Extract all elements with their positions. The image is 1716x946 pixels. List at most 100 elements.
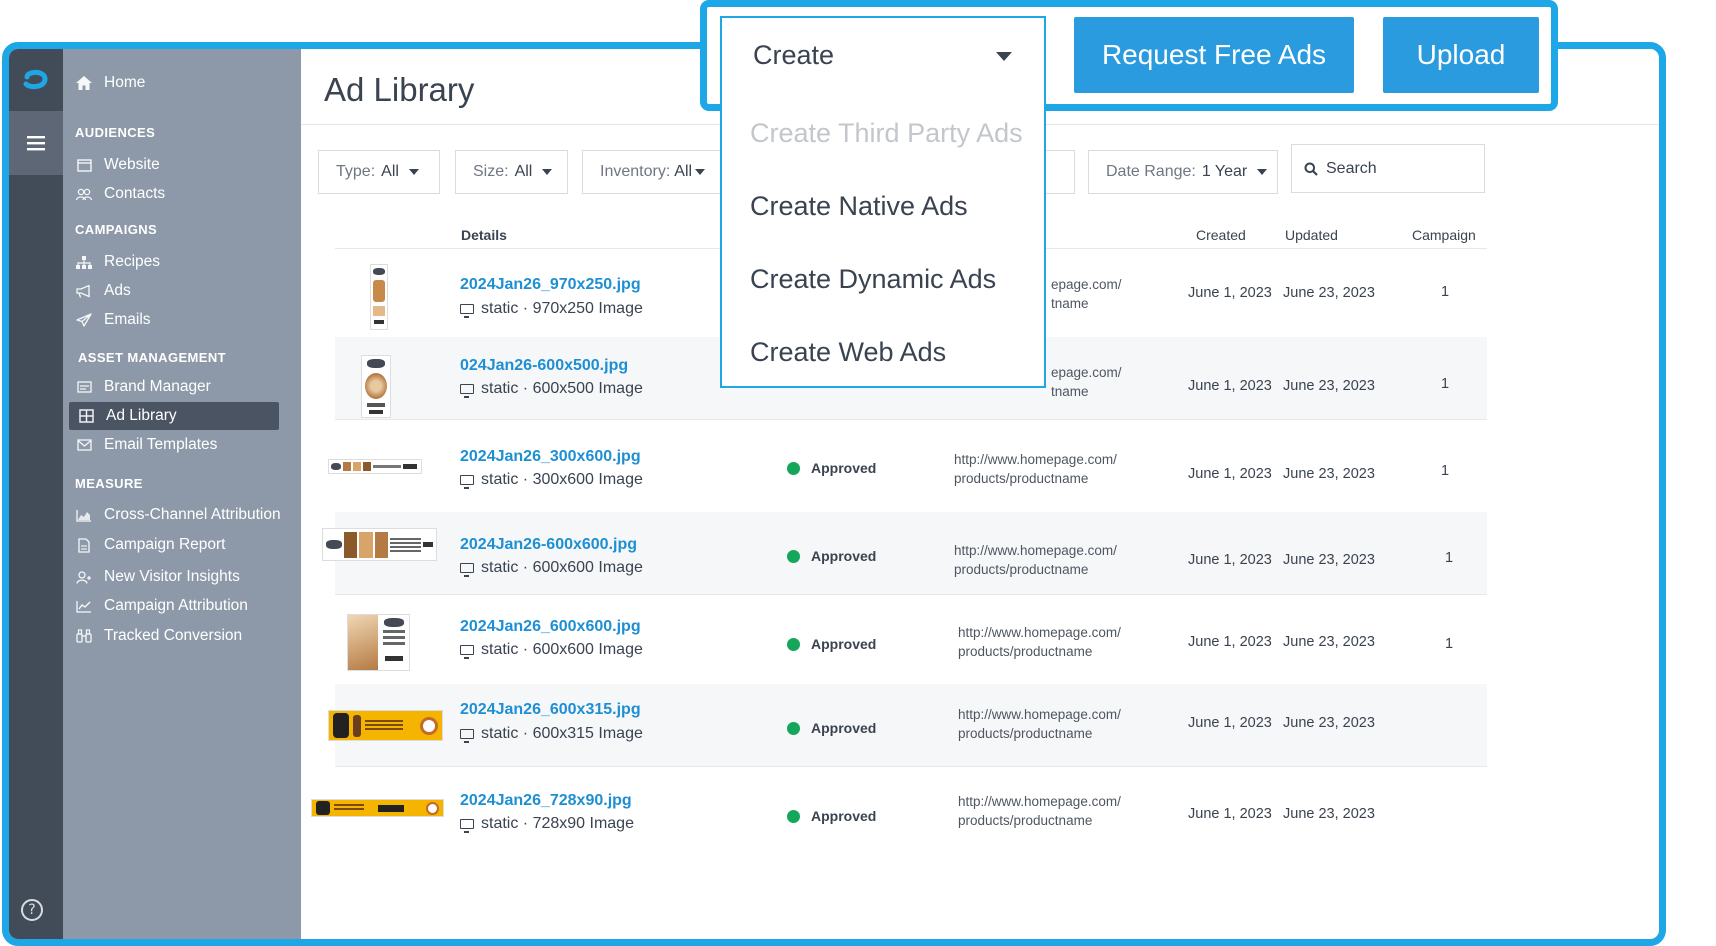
column-header-updated[interactable]: Updated bbox=[1285, 227, 1338, 243]
ad-file-name-link[interactable]: 2024Jan26_300x600.jpg bbox=[460, 448, 641, 466]
sidebar-item-cross-channel-attribution[interactable]: Cross-Channel Attribution bbox=[75, 501, 281, 529]
ad-file-meta: static · 600x600 Image bbox=[460, 641, 643, 659]
grid-icon bbox=[77, 408, 95, 424]
sidebar-item-ad-library[interactable]: Ad Library bbox=[69, 402, 279, 430]
create-dropdown[interactable]: Create Create Third Party Ads Create Nat… bbox=[720, 16, 1046, 388]
sidebar-item-tracked-conversion[interactable]: Tracked Conversion bbox=[75, 622, 242, 650]
meta-text: static · 600x500 Image bbox=[481, 380, 643, 397]
sidebar-item-brand-manager[interactable]: Brand Manager bbox=[75, 373, 211, 401]
hamburger-menu-icon[interactable] bbox=[9, 111, 63, 175]
meta-text: static · 728x90 Image bbox=[481, 815, 634, 832]
created-date: June 1, 2023 bbox=[1188, 552, 1272, 568]
sidebar-item-website[interactable]: Website bbox=[75, 151, 160, 179]
sidebar-item-label: Ads bbox=[104, 282, 131, 299]
type-filter[interactable]: Type: All bbox=[318, 150, 440, 194]
area-chart-icon bbox=[75, 507, 93, 523]
sidebar-item-label: Brand Manager bbox=[104, 378, 211, 395]
sidebar-item-recipes[interactable]: Recipes bbox=[75, 248, 160, 276]
url-line: epage.com/ bbox=[1051, 277, 1122, 292]
status-text: Approved bbox=[811, 460, 877, 476]
caret-down-icon bbox=[1257, 169, 1268, 175]
sidebar-item-ads[interactable]: Ads bbox=[75, 277, 131, 305]
sidebar: Home AUDIENCES Website Contacts CAMPAIGN… bbox=[63, 49, 301, 939]
help-icon[interactable]: ? bbox=[21, 899, 43, 921]
search-input[interactable]: Search bbox=[1291, 144, 1485, 193]
sidebar-item-email-templates[interactable]: Email Templates bbox=[75, 431, 217, 459]
caret-down-icon[interactable] bbox=[996, 52, 1012, 61]
create-dropdown-label[interactable]: Create bbox=[753, 40, 834, 71]
caret-down-icon bbox=[695, 169, 706, 175]
updated-date: June 23, 2023 bbox=[1283, 806, 1375, 822]
campaign-count: 1 bbox=[1441, 376, 1450, 392]
url-line: products/productname bbox=[954, 471, 1089, 486]
monitor-icon bbox=[460, 563, 474, 577]
menu-item-create-web-ads[interactable]: Create Web Ads bbox=[750, 337, 946, 368]
ad-thumbnail-image bbox=[328, 459, 422, 474]
ad-file-name-link[interactable]: 2024Jan26_970x250.jpg bbox=[460, 276, 641, 294]
ad-file-name-link[interactable]: 024Jan26-600x500.jpg bbox=[460, 357, 628, 375]
landing-url[interactable]: http://www.homepage.com/products/product… bbox=[958, 705, 1121, 743]
sidebar-item-home[interactable]: Home bbox=[75, 69, 145, 97]
caret-down-icon bbox=[542, 169, 553, 175]
landing-url[interactable]: http://www.homepage.com/products/product… bbox=[958, 792, 1121, 830]
landing-url[interactable]: http://www.homepage.com/products/product… bbox=[954, 541, 1117, 579]
date-range-filter[interactable]: Date Range: 1 Year bbox=[1088, 150, 1278, 194]
ad-thumbnail-image bbox=[361, 355, 391, 418]
brand-logo-icon[interactable] bbox=[9, 49, 63, 111]
home-icon bbox=[75, 75, 93, 91]
updated-date: June 23, 2023 bbox=[1283, 634, 1375, 650]
size-filter[interactable]: Size: All bbox=[455, 150, 568, 194]
campaign-count: 1 bbox=[1441, 463, 1450, 479]
created-date: June 1, 2023 bbox=[1188, 806, 1272, 822]
sidebar-item-emails[interactable]: Emails bbox=[75, 306, 151, 334]
sidebar-item-campaign-attribution[interactable]: Campaign Attribution bbox=[75, 592, 248, 620]
document-icon bbox=[75, 537, 93, 553]
created-date: June 1, 2023 bbox=[1188, 285, 1272, 301]
url-line: http://www.homepage.com/ bbox=[958, 625, 1121, 640]
stage: ? Home AUDIENCES Website Contacts CAMPAI… bbox=[0, 0, 1716, 946]
meta-text: static · 970x250 Image bbox=[481, 300, 643, 317]
campaign-count: 1 bbox=[1445, 636, 1454, 652]
landing-url[interactable]: http://www.homepage.com/products/product… bbox=[958, 623, 1121, 661]
monitor-icon bbox=[460, 729, 474, 743]
column-header-created[interactable]: Created bbox=[1196, 227, 1246, 243]
menu-item-create-native-ads[interactable]: Create Native Ads bbox=[750, 191, 968, 222]
meta-text: static · 300x600 Image bbox=[481, 471, 643, 488]
column-header-details[interactable]: Details bbox=[461, 227, 507, 243]
sidebar-item-label: Tracked Conversion bbox=[104, 627, 243, 644]
ad-thumbnail-image bbox=[370, 264, 388, 330]
user-plus-icon bbox=[75, 569, 93, 585]
url-line: http://www.homepage.com/ bbox=[954, 543, 1117, 558]
sidebar-item-contacts[interactable]: Contacts bbox=[75, 180, 165, 208]
ad-file-name-link[interactable]: 2024Jan26_600x600.jpg bbox=[460, 618, 641, 636]
landing-url: epage.com/tname bbox=[1051, 275, 1122, 313]
url-line: http://www.homepage.com/ bbox=[958, 794, 1121, 809]
meta-text: static · 600x600 Image bbox=[481, 559, 643, 576]
created-date: June 1, 2023 bbox=[1188, 466, 1272, 482]
landing-url[interactable]: http://www.homepage.com/products/product… bbox=[954, 450, 1117, 488]
sidebar-item-label: Contacts bbox=[104, 185, 166, 202]
sidebar-item-label: New Visitor Insights bbox=[104, 568, 240, 585]
sidebar-item-label: Campaign Attribution bbox=[104, 597, 248, 614]
url-line: products/productname bbox=[954, 562, 1089, 577]
ad-file-name-link[interactable]: 2024Jan26-600x600.jpg bbox=[460, 536, 637, 554]
ad-file-name-link[interactable]: 2024Jan26_728x90.jpg bbox=[460, 792, 632, 810]
monitor-icon bbox=[460, 304, 474, 318]
menu-item-create-dynamic-ads[interactable]: Create Dynamic Ads bbox=[750, 264, 996, 295]
landing-url: epage.com/tname bbox=[1051, 363, 1122, 401]
created-date: June 1, 2023 bbox=[1188, 378, 1272, 394]
ad-thumbnail-image bbox=[328, 710, 443, 741]
sidebar-item-new-visitor-insights[interactable]: New Visitor Insights bbox=[75, 563, 240, 591]
icon-rail: ? bbox=[9, 49, 63, 939]
request-free-ads-button[interactable]: Request Free Ads bbox=[1074, 17, 1354, 93]
filter-label: Date Range: bbox=[1106, 163, 1196, 180]
updated-date: June 23, 2023 bbox=[1283, 378, 1375, 394]
ad-file-name-link[interactable]: 2024Jan26_600x315.jpg bbox=[460, 701, 641, 719]
updated-date: June 23, 2023 bbox=[1283, 552, 1375, 568]
sidebar-item-campaign-report[interactable]: Campaign Report bbox=[75, 531, 225, 559]
meta-text: static · 600x315 Image bbox=[481, 725, 643, 742]
column-header-campaign[interactable]: Campaign bbox=[1412, 227, 1476, 243]
inventory-filter[interactable]: Inventory: All bbox=[582, 150, 724, 194]
sidebar-item-label: Cross-Channel Attribution bbox=[104, 506, 281, 523]
upload-button[interactable]: Upload bbox=[1383, 17, 1539, 93]
